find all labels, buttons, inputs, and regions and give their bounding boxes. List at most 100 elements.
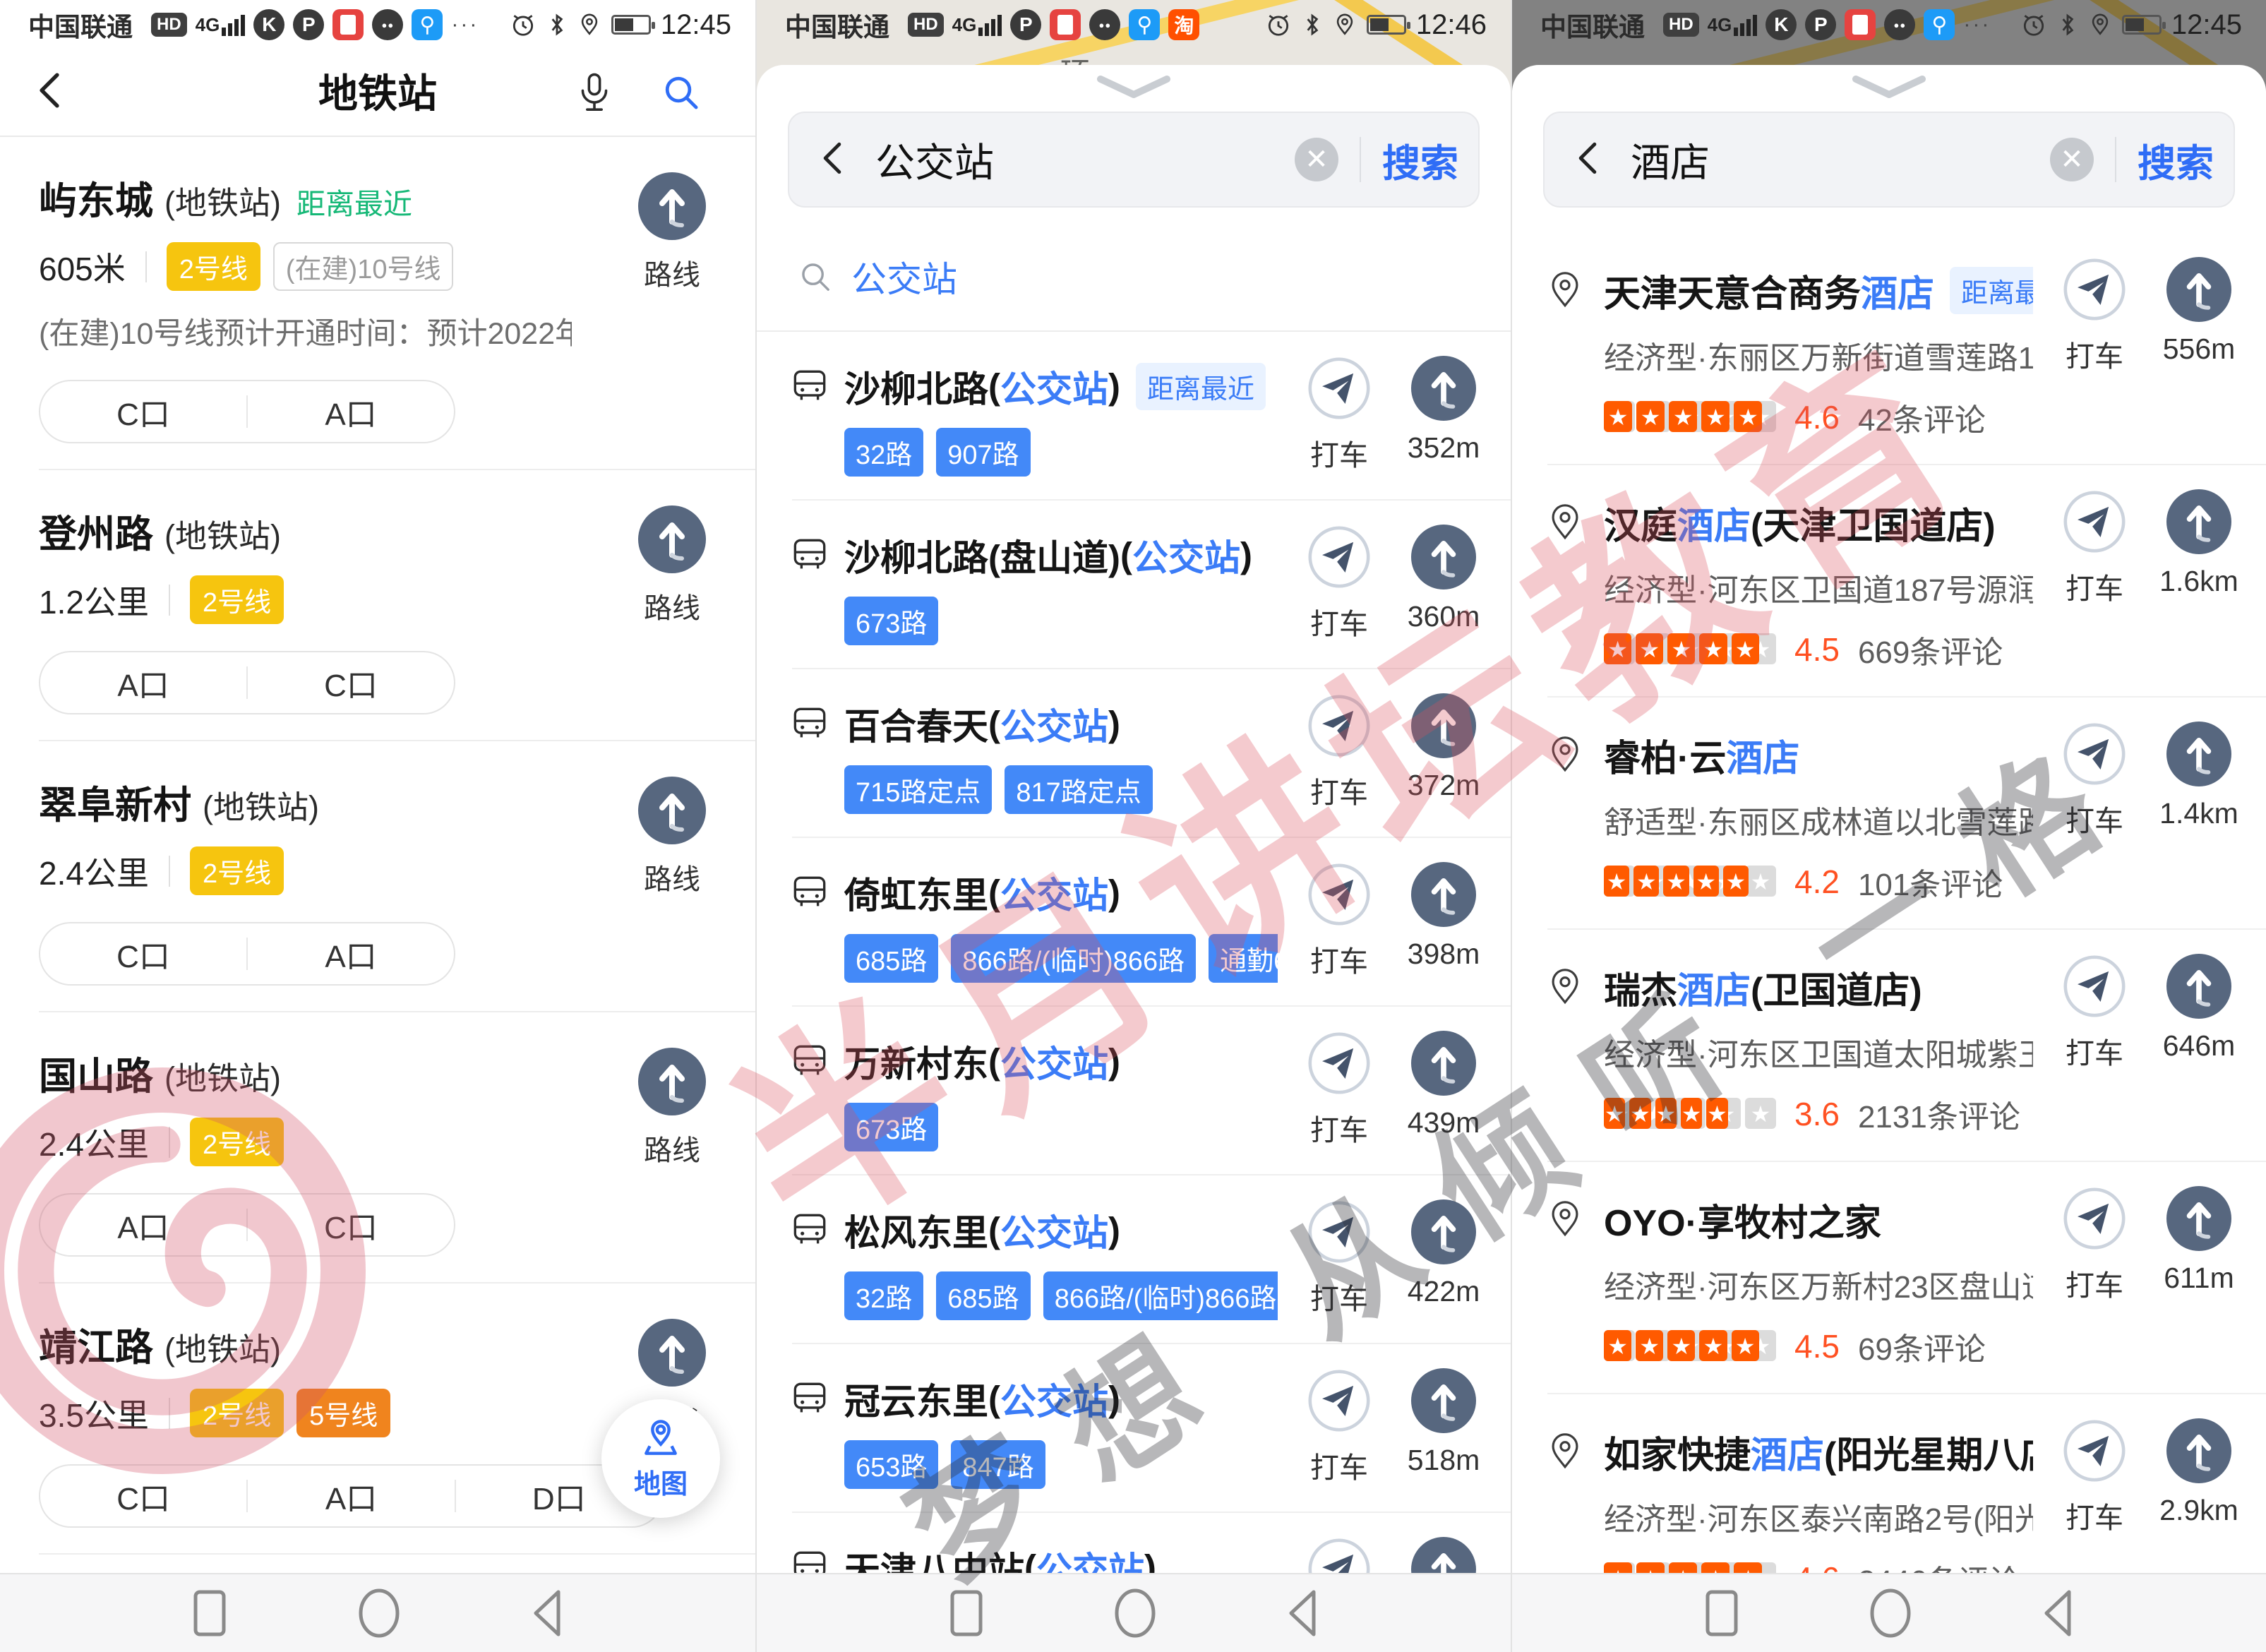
taxi-button[interactable]: 打车 [2049, 489, 2140, 607]
taxi-button[interactable]: 打车 [1293, 1031, 1385, 1149]
taxi-button[interactable]: 打车 [2049, 722, 2140, 839]
collapse-handle-icon[interactable] [1095, 75, 1173, 99]
collapse-handle-icon[interactable] [1850, 75, 1928, 99]
exit-button[interactable]: A口 [248, 389, 454, 434]
hotel-row[interactable]: 瑞杰酒店(卫国道店) 经济型·河东区卫国道太阳城紫玉名邸1-01 ★★★★★ ★… [1512, 930, 2266, 1162]
back-button[interactable] [1571, 139, 1604, 181]
back-button[interactable] [816, 139, 849, 181]
bus-stop-row[interactable]: 倚虹东里(公交站) 685路866路/(临时)866路通勤685路 打车 398… [757, 838, 1511, 1007]
route-button[interactable]: 398m [1398, 862, 1489, 971]
bus-stop-row[interactable]: 沙柳北路(盘山道)(公交站) 673路 打车 360m [757, 501, 1511, 669]
search-suggestion-row[interactable]: 公交站 [798, 251, 1511, 302]
exit-button[interactable]: A口 [248, 1473, 454, 1519]
submit-search-button[interactable]: 搜索 [2138, 132, 2214, 188]
route-button[interactable]: 路线 [623, 172, 721, 293]
taxi-button[interactable]: 打车 [2049, 1418, 2140, 1536]
recents-button[interactable] [190, 1586, 229, 1640]
bus-stop-row[interactable]: 松风东里(公交站) 32路685路866路/(临时)866路907路... 打车… [757, 1175, 1511, 1344]
stars-fg: ★★★★★ [1604, 633, 1759, 664]
search-input[interactable]: 公交站 ✕ 搜索 [788, 112, 1480, 208]
route-button[interactable]: 360m [1398, 525, 1489, 633]
taxi-button[interactable]: 打车 [1293, 1199, 1385, 1317]
route-arrow-icon [2166, 1186, 2231, 1251]
route-button[interactable]: 路线 [623, 1048, 721, 1168]
line-badge: 2号线 [190, 846, 284, 895]
bus-stop-row[interactable]: 百合春天(公交站) 715路定点817路定点 打车 372m [757, 669, 1511, 838]
exit-button[interactable]: C口 [40, 1473, 246, 1519]
taxi-button[interactable]: 打车 [1293, 693, 1385, 811]
more-status-icons: ··· [1963, 13, 1991, 37]
bus-stop-row[interactable]: 冠云东里(公交站) 653路847路 打车 518m [757, 1344, 1511, 1513]
search-input[interactable]: 酒店 ✕ 搜索 [1543, 112, 2235, 208]
home-button[interactable] [355, 1585, 403, 1641]
flashlight-icon: ⚲ [1924, 9, 1955, 40]
route-button[interactable]: 556m [2153, 257, 2245, 366]
taxi-button[interactable]: 打车 [1293, 525, 1385, 642]
taxi-button[interactable]: 打车 [1293, 862, 1385, 980]
bus-stop-row[interactable]: 万新村东(公交站) 673路 打车 439m [757, 1007, 1511, 1175]
hotel-row[interactable]: 睿柏·云酒店 舒适型·东丽区成林道以北雪莲路东办公... ★★★★★ ★★★★★… [1512, 698, 2266, 930]
taxi-button[interactable]: 打车 [2049, 1186, 2140, 1304]
route-button[interactable]: 352m [1398, 356, 1489, 465]
hotel-row[interactable]: 天津天意合商务酒店 距离最近 经济型·东丽区万新街道雪莲路16号B1栋 ★★★★… [1512, 233, 2266, 465]
route-button[interactable]: 路线 [623, 505, 721, 626]
route-button[interactable]: 518m [1398, 1368, 1489, 1477]
taxi-icon-slot [2062, 313, 2127, 325]
show-map-button[interactable]: 地图 [601, 1399, 720, 1518]
exit-buttons: C口A口 [39, 380, 455, 443]
search-button[interactable] [661, 72, 702, 116]
home-button[interactable] [1111, 1585, 1159, 1641]
hotel-row[interactable]: OYO·享牧村之家 经济型·河东区万新村23区盘山道 ★★★★★ ★★★★★ 4… [1512, 1162, 2266, 1394]
exit-button[interactable]: C口 [248, 660, 454, 705]
subway-station-row[interactable]: 国山路 (地铁站) 2.4公里 2号线 A口C口 路线 [0, 1012, 755, 1283]
back-nav-button[interactable] [529, 1586, 565, 1640]
nearest-badge: 距离最近 [1136, 363, 1266, 410]
taxi-hail-icon [1307, 693, 1372, 758]
taxi-button[interactable]: 打车 [2049, 954, 2140, 1072]
route-arrow-icon [1411, 356, 1476, 421]
voice-search-button[interactable] [575, 71, 614, 118]
star-icon: ★ [1745, 866, 1776, 897]
back-nav-button[interactable] [1284, 1586, 1321, 1640]
subway-station-row[interactable]: 登州路 (地铁站) 1.2公里 2号线 A口C口 路线 [0, 470, 755, 741]
taobao-icon: 淘 [1168, 9, 1199, 40]
taxi-button[interactable]: 打车 [1293, 356, 1385, 474]
exit-button[interactable]: C口 [40, 389, 246, 434]
exit-button[interactable]: A口 [40, 660, 246, 705]
route-button[interactable]: 1.4km [2153, 722, 2245, 830]
taxi-icon-slot [1307, 918, 1372, 930]
bus-stop-row[interactable]: 沙柳北路(公交站) 距离最近 32路907路 打车 352m [757, 332, 1511, 501]
exit-button[interactable]: C口 [40, 931, 246, 976]
home-button[interactable] [1866, 1585, 1914, 1641]
back-nav-button[interactable] [2039, 1586, 2076, 1640]
subway-station-row[interactable]: 屿东城 (地铁站) 距离最近 605米 2号线(在建)10号线 (在建)10号线… [0, 137, 755, 470]
clear-search-button[interactable]: ✕ [1295, 138, 1338, 181]
recents-button[interactable] [1702, 1586, 1742, 1640]
route-button[interactable]: 611m [2153, 1186, 2245, 1295]
paren-open: ( [988, 1041, 1000, 1082]
subway-station-row[interactable]: 翠阜新村 (地铁站) 2.4公里 2号线 C口A口 路线 [0, 741, 755, 1012]
hotel-row[interactable]: 汉庭酒店(天津卫国道店) 经济型·河东区卫国道187号源润大厦1-3层 ★★★★… [1512, 465, 2266, 698]
route-button[interactable]: 2.9km [2153, 1418, 2245, 1527]
taxi-hail-icon [2062, 257, 2127, 322]
exit-button[interactable]: A口 [248, 931, 454, 976]
exit-button[interactable]: C口 [248, 1202, 454, 1247]
stop-keyword: 公交站 [1000, 1204, 1108, 1256]
route-button[interactable]: 路线 [623, 777, 721, 897]
exit-button[interactable]: A口 [40, 1202, 246, 1247]
stars-fill-layer: ★★★★★ [1604, 401, 1762, 432]
taxi-button[interactable]: 打车 [1293, 1368, 1385, 1486]
route-button[interactable]: 372m [1398, 693, 1489, 802]
route-button[interactable]: 422m [1398, 1199, 1489, 1308]
route-badges: 673路 [844, 597, 1278, 645]
route-button[interactable]: 1.6km [2153, 489, 2245, 598]
route-button[interactable]: 646m [2153, 954, 2245, 1063]
route-button[interactable]: 439m [1398, 1031, 1489, 1139]
go-icon-slot [1411, 749, 1476, 761]
taxi-button[interactable]: 打车 [2049, 257, 2140, 375]
hotel-distance: 1.6km [2153, 565, 2245, 598]
recents-button[interactable] [947, 1586, 986, 1640]
submit-search-button[interactable]: 搜索 [1382, 132, 1458, 188]
bus-icon [788, 364, 832, 408]
clear-search-button[interactable]: ✕ [2050, 138, 2094, 181]
